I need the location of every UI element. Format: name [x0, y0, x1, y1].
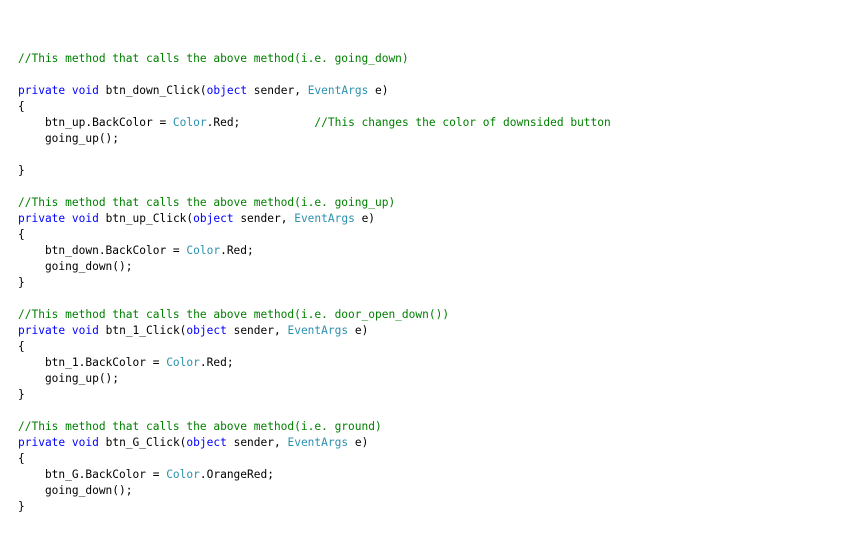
code-text: {	[18, 228, 25, 241]
code-text: btn_1_Click(	[98, 324, 187, 337]
code-comment: //This changes the color of downsided bu…	[314, 116, 611, 129]
code-text: e)	[348, 324, 369, 337]
code-keyword: private	[18, 212, 66, 225]
code-text: sender,	[226, 436, 288, 449]
code-text: going_down();	[18, 484, 133, 497]
code-keyword: object	[193, 212, 234, 225]
code-type-name: EventArgs	[287, 324, 349, 337]
code-line: private void btn_1_Click(object sender, …	[18, 323, 611, 339]
code-line: going_up();	[18, 371, 611, 387]
code-keyword: void	[71, 212, 99, 225]
code-text: .Red;	[220, 244, 254, 257]
code-text: sender,	[247, 84, 308, 97]
code-type-name: EventArgs	[287, 436, 349, 449]
code-text: .OrangeRed;	[199, 468, 274, 481]
code-line: private void btn_up_Click(object sender,…	[18, 211, 611, 227]
code-keyword: private	[18, 84, 66, 97]
code-line: {	[18, 227, 611, 243]
code-comment: //This method that calls the above metho…	[18, 308, 450, 321]
code-line: //This method that calls the above metho…	[18, 51, 611, 67]
code-type-name: EventArgs	[307, 84, 369, 97]
code-text: e)	[368, 84, 389, 97]
code-type-name: Color	[166, 468, 200, 481]
code-keyword: void	[71, 324, 99, 337]
code-line: //This method that calls the above metho…	[18, 195, 611, 211]
code-text: sender,	[233, 212, 295, 225]
code-line: }	[18, 275, 611, 291]
code-type-name: Color	[186, 244, 221, 257]
code-line: going_down();	[18, 483, 611, 499]
code-text: .Red;	[199, 356, 234, 369]
code-text: going_up();	[18, 132, 120, 145]
code-line: {	[18, 451, 611, 467]
code-line: btn_down.BackColor = Color.Red;	[18, 243, 611, 259]
code-line: btn_up.BackColor = Color.Red; //This cha…	[18, 115, 611, 131]
code-line: {	[18, 339, 611, 355]
code-text: going_up();	[18, 372, 120, 385]
code-keyword: private	[18, 436, 66, 449]
code-line: //This method that calls the above metho…	[18, 419, 611, 435]
code-type-name: Color	[166, 356, 200, 369]
code-text: {	[18, 452, 25, 465]
code-type-name: Color	[172, 116, 207, 129]
code-listing: //This method that calls the above metho…	[18, 35, 611, 515]
code-comment: //This method that calls the above metho…	[18, 420, 382, 433]
code-line: }	[18, 499, 611, 515]
code-text: btn_1.BackColor =	[18, 356, 167, 369]
code-line: btn_G.BackColor = Color.OrangeRed;	[18, 467, 611, 483]
code-text: }	[18, 276, 25, 289]
code-text: {	[18, 340, 25, 353]
code-text: }	[18, 388, 25, 401]
code-line: going_down();	[18, 259, 611, 275]
code-line: //This method that calls the above metho…	[18, 307, 611, 323]
code-keyword: object	[206, 84, 248, 97]
code-line: private void btn_G_Click(object sender, …	[18, 435, 611, 451]
code-keyword: void	[71, 436, 99, 449]
code-text: .Red;	[206, 116, 315, 129]
code-comment: //This method that calls the above metho…	[18, 196, 396, 209]
code-text: btn_up.BackColor =	[18, 116, 173, 129]
code-text: e)	[348, 436, 369, 449]
code-keyword: object	[186, 436, 227, 449]
code-text: btn_down.BackColor =	[18, 244, 187, 257]
code-line: }	[18, 163, 611, 179]
code-keyword: object	[186, 324, 227, 337]
code-text: btn_G_Click(	[98, 436, 187, 449]
code-text: }	[18, 164, 25, 177]
code-text: btn_G.BackColor =	[18, 468, 167, 481]
code-line: {	[18, 99, 611, 115]
code-line: private void btn_down_Click(object sende…	[18, 83, 611, 99]
code-text: {	[18, 100, 25, 113]
code-line: }	[18, 387, 611, 403]
code-text: sender,	[226, 324, 288, 337]
code-text: going_down();	[18, 260, 133, 273]
code-comment: //This method that calls the above metho…	[18, 52, 409, 65]
code-keyword: private	[18, 324, 66, 337]
code-text: e)	[354, 212, 376, 225]
code-line: btn_1.BackColor = Color.Red;	[18, 355, 611, 371]
code-text: btn_down_Click(	[98, 84, 207, 97]
code-line: going_up();	[18, 131, 611, 147]
code-keyword: void	[71, 84, 99, 97]
code-text: }	[18, 500, 25, 513]
code-type-name: EventArgs	[294, 212, 355, 225]
code-text: btn_up_Click(	[98, 212, 194, 225]
